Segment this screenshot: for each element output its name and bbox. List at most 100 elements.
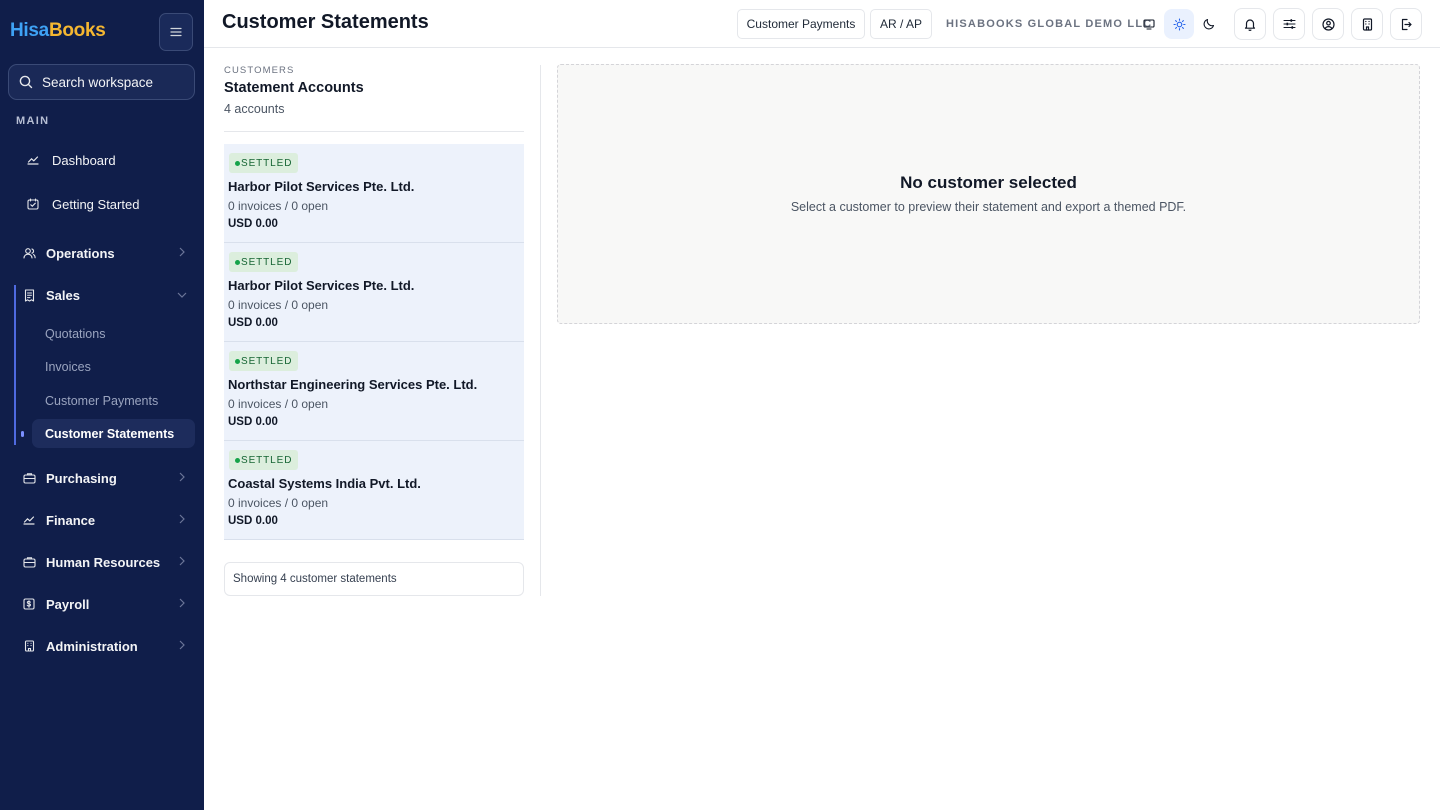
- account-summary: 0 invoices / 0 open: [228, 397, 329, 411]
- sidebar-subitem-customer-statements[interactable]: Customer Statements: [32, 419, 195, 448]
- status-dot: [235, 457, 240, 463]
- sidebar-item-label: Getting Started: [52, 196, 140, 212]
- search-placeholder: Search workspace: [42, 74, 154, 90]
- sidebar-item-dashboard[interactable]: Dashboard: [14, 143, 195, 177]
- theme-system-button[interactable]: [1134, 9, 1164, 39]
- statement-account-card[interactable]: SETTLED Harbor Pilot Services Pte. Ltd. …: [224, 144, 524, 243]
- briefcase-icon: [22, 555, 36, 569]
- chevron-right-icon: [179, 598, 185, 608]
- list-count: 4 accounts: [224, 102, 285, 116]
- sidebar-group-label: Finance: [46, 512, 96, 528]
- statement-preview-empty: No customer selected Select a customer t…: [557, 64, 1420, 324]
- status-badge: SETTLED: [229, 351, 299, 371]
- users-icon: [22, 246, 36, 260]
- sidebar-group-sales[interactable]: Sales: [14, 278, 195, 312]
- list-footer: Showing 4 customer statements: [224, 562, 524, 596]
- sidebar-group-payroll[interactable]: Payroll: [14, 587, 195, 621]
- status-badge-label: SETTLED: [241, 355, 293, 367]
- logout-icon: [1401, 18, 1412, 30]
- panel-divider: [540, 65, 541, 596]
- status-badge: SETTLED: [229, 153, 299, 173]
- brand-logo-part1: Hisa: [10, 20, 49, 41]
- sidebar-group-administration[interactable]: Administration: [14, 629, 195, 663]
- sidebar-group-purchasing[interactable]: Purchasing: [14, 461, 195, 495]
- statement-account-card[interactable]: SETTLED Harbor Pilot Services Pte. Ltd. …: [224, 243, 524, 342]
- sidebar-item-getting-started[interactable]: Getting Started: [14, 187, 195, 221]
- status-dot: [235, 259, 240, 265]
- account-name: Coastal Systems India Pvt. Ltd.: [228, 476, 421, 491]
- theme-light-button[interactable]: [1164, 9, 1194, 39]
- account-summary: 0 invoices / 0 open: [228, 496, 329, 510]
- logout-button[interactable]: [1390, 8, 1422, 40]
- sidebar-group-operations[interactable]: Operations: [14, 236, 195, 270]
- account-balance: USD 0.00: [228, 317, 278, 329]
- sidebar-group-human-resources[interactable]: Human Resources: [14, 545, 195, 579]
- status-badge: SETTLED: [229, 450, 299, 470]
- chevron-right-icon: [179, 514, 185, 524]
- statement-account-card[interactable]: SETTLED Northstar Engineering Services P…: [224, 342, 524, 441]
- status-dot: [235, 160, 240, 166]
- ar-ap-button[interactable]: AR / AP: [870, 9, 932, 39]
- sidebar-subitem-invoices[interactable]: Invoices: [32, 352, 195, 381]
- settings-button[interactable]: [1273, 8, 1305, 40]
- status-badge-label: SETTLED: [241, 157, 293, 169]
- list-title: Statement Accounts: [224, 80, 364, 96]
- theme-dark-button[interactable]: [1194, 9, 1224, 39]
- status-dot: [235, 358, 240, 364]
- chevron-right-icon: [179, 247, 185, 257]
- chart-line-icon: [26, 153, 40, 167]
- account-summary: 0 invoices / 0 open: [228, 298, 329, 312]
- sidebar: HisaBooks Search workspace MAIN Dashboar…: [0, 0, 204, 810]
- list-divider: [224, 131, 524, 132]
- search-icon: [19, 75, 33, 89]
- sidebar-subitem-quotations[interactable]: Quotations: [32, 319, 195, 348]
- sidebar-group-finance[interactable]: Finance: [14, 503, 195, 537]
- brand-logo[interactable]: HisaBooks: [10, 20, 106, 42]
- account-name: Harbor Pilot Services Pte. Ltd.: [228, 278, 415, 293]
- chevron-right-icon: [179, 472, 185, 482]
- building-icon: [22, 639, 36, 653]
- status-badge: SETTLED: [229, 252, 299, 272]
- customer-payments-button[interactable]: Customer Payments: [737, 9, 865, 39]
- sidebar-item-label: Dashboard: [52, 152, 116, 168]
- account-balance: USD 0.00: [228, 218, 278, 230]
- sidebar-group-label: Human Resources: [46, 554, 161, 570]
- chevron-right-icon: [179, 556, 185, 566]
- account-summary: 0 invoices / 0 open: [228, 199, 329, 213]
- notifications-button[interactable]: [1234, 8, 1266, 40]
- organization-name: HISABOOKS GLOBAL DEMO LLC: [946, 18, 1153, 30]
- brand-logo-part2: Books: [48, 20, 106, 41]
- empty-state-heading: No customer selected: [900, 173, 1077, 192]
- briefcase-icon: [22, 471, 36, 485]
- sidebar-group-label: Administration: [46, 638, 138, 654]
- account-balance: USD 0.00: [228, 416, 278, 428]
- account-balance: USD 0.00: [228, 515, 278, 527]
- search-input[interactable]: Search workspace: [8, 64, 195, 100]
- account-name: Harbor Pilot Services Pte. Ltd.: [228, 179, 415, 194]
- sidebar-group-label: Purchasing: [46, 470, 117, 486]
- status-badge-label: SETTLED: [241, 256, 293, 268]
- menu-icon: [170, 27, 182, 37]
- receipt-icon: [22, 288, 36, 302]
- building-icon: [1362, 17, 1372, 31]
- top-bar: Customer Statements Customer Payments AR…: [204, 0, 1440, 48]
- empty-state-subtext: Select a customer to preview their state…: [790, 200, 1187, 214]
- page-title: Customer Statements: [222, 11, 429, 33]
- user-circle-icon: [1321, 17, 1335, 31]
- sidebar-subitem-customer-payments[interactable]: Customer Payments: [32, 386, 195, 415]
- calendar-check-icon: [26, 197, 40, 211]
- sidebar-toggle-button[interactable]: [159, 13, 193, 51]
- profile-button[interactable]: [1312, 8, 1344, 40]
- active-subitem-dot: [21, 431, 24, 437]
- sidebar-group-label: Payroll: [46, 596, 90, 612]
- dollar-icon: [22, 597, 36, 611]
- list-eyebrow: CUSTOMERS: [224, 65, 295, 76]
- chevron-right-icon: [179, 640, 185, 650]
- status-badge-label: SETTLED: [241, 454, 293, 466]
- sliders-icon: [1282, 19, 1296, 29]
- section-label-main: MAIN: [16, 115, 50, 127]
- moon-icon: [1203, 18, 1215, 30]
- theme-switcher: [1134, 9, 1224, 39]
- statement-account-card[interactable]: SETTLED Coastal Systems India Pvt. Ltd. …: [224, 441, 524, 540]
- company-button[interactable]: [1351, 8, 1383, 40]
